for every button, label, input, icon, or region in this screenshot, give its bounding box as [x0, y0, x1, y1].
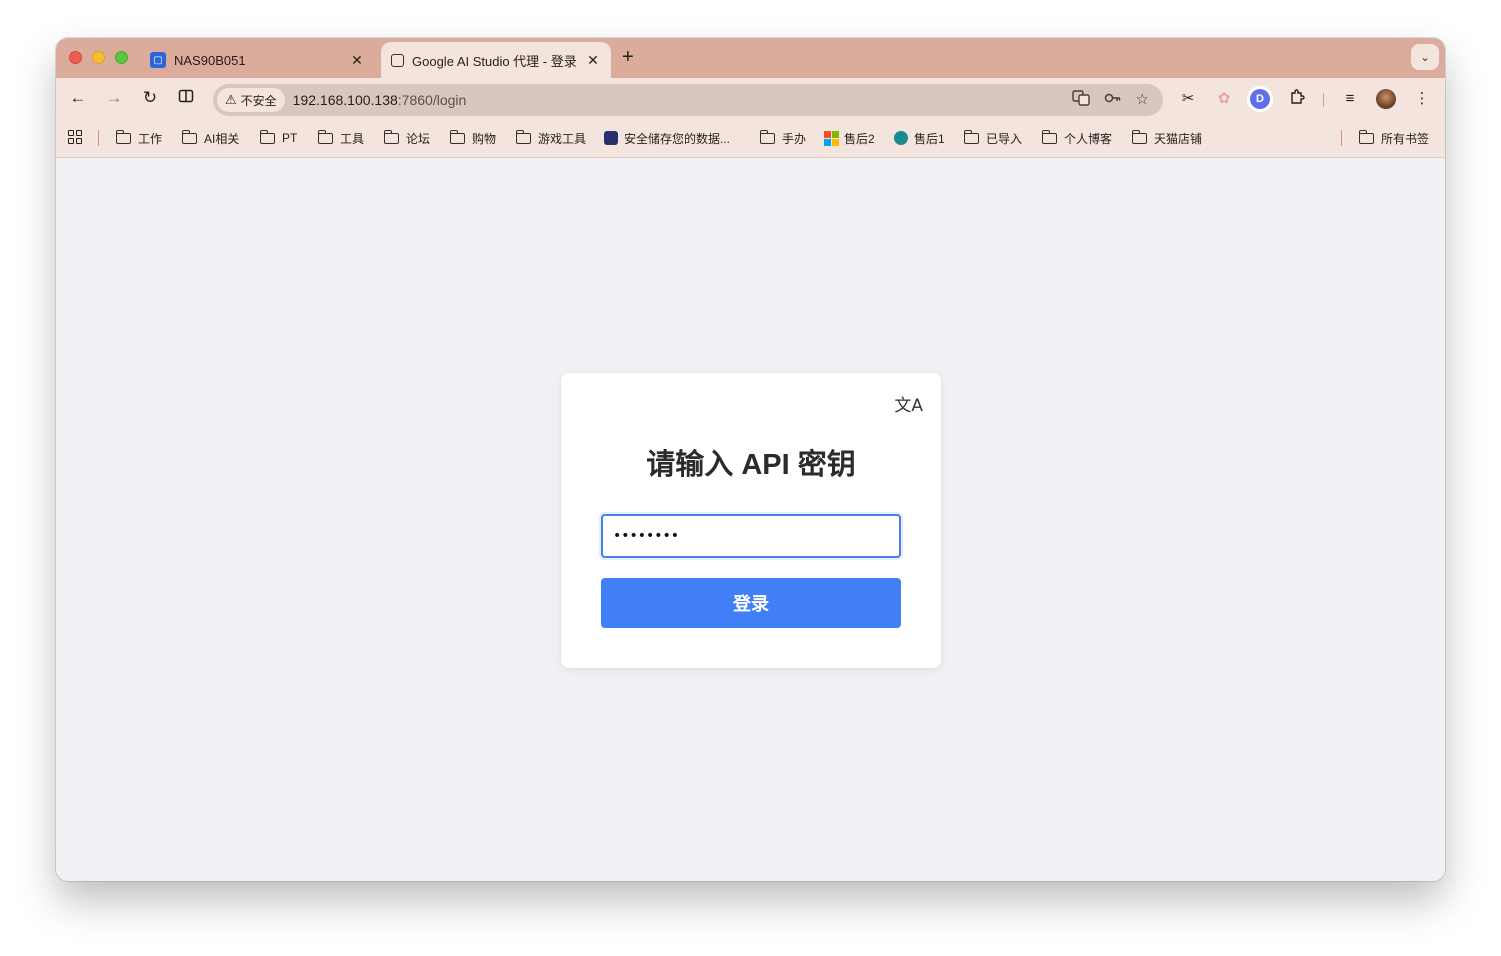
- api-key-input[interactable]: [601, 514, 901, 558]
- window-maximize-button[interactable]: [115, 51, 128, 64]
- address-bar[interactable]: ⚠ 不安全 192.168.100.138:7860/login ☆: [213, 84, 1163, 116]
- folder-icon: [1132, 129, 1147, 144]
- extensions-puzzle-icon[interactable]: [1287, 89, 1307, 109]
- bookmark-label: 已导入: [986, 131, 1023, 146]
- url-host: 192.168.100.138: [292, 92, 398, 108]
- bookmark-link[interactable]: 安全储存您的数据...: [604, 129, 730, 147]
- tab-nas[interactable]: ▢ NAS90B051 ✕: [140, 42, 375, 78]
- bookmark-folder[interactable]: 购物: [450, 129, 496, 147]
- forward-button[interactable]: →: [104, 88, 124, 108]
- d-extension-icon[interactable]: D: [1250, 89, 1270, 109]
- bookmark-separator: [98, 130, 99, 146]
- bookmark-label: 工具: [340, 131, 365, 146]
- bookmark-label: 个人博客: [1064, 131, 1113, 146]
- folder-icon: [516, 129, 531, 144]
- bookmarks-bar: 工作 AI相关 PT 工具 论坛 购物 游戏工具 安全储存您的数据... 手办 …: [56, 118, 1445, 158]
- folder-icon: [318, 129, 333, 144]
- warning-icon: ⚠: [225, 92, 237, 107]
- bookmark-label: 论坛: [406, 131, 431, 146]
- bookmark-folder[interactable]: 游戏工具: [516, 129, 586, 147]
- browser-window: ▢ NAS90B051 ✕ Google AI Studio 代理 - 登录 ✕…: [56, 38, 1445, 881]
- folder-icon: [760, 129, 775, 144]
- folder-icon: [964, 129, 979, 144]
- screenshot-extension-icon[interactable]: ✂: [1178, 89, 1198, 109]
- reload-button[interactable]: ↻: [140, 88, 160, 108]
- bookmark-label: 售后1: [914, 131, 945, 146]
- folder-icon: [1359, 129, 1374, 144]
- bookmark-label: 天猫店铺: [1154, 131, 1203, 146]
- bookmark-separator: [1341, 130, 1342, 146]
- security-indicator[interactable]: ⚠ 不安全: [217, 88, 285, 112]
- new-tab-button[interactable]: +: [622, 46, 634, 69]
- tab-close-icon[interactable]: ✕: [349, 52, 365, 69]
- all-bookmarks-folder[interactable]: 所有书签: [1359, 129, 1429, 147]
- shield-favicon-icon: [604, 131, 618, 145]
- bookmark-link[interactable]: 售后1: [894, 129, 945, 147]
- bookmark-folder[interactable]: 工具: [318, 129, 364, 147]
- tab-title: Google AI Studio 代理 - 登录: [412, 53, 577, 69]
- ai-studio-favicon-icon: [391, 53, 404, 67]
- folder-icon: [116, 129, 131, 144]
- tab-search-button[interactable]: ⌄: [1411, 44, 1439, 70]
- more-menu-icon[interactable]: ⋮: [1412, 89, 1432, 109]
- bookmark-folder[interactable]: 个人博客: [1042, 129, 1112, 147]
- page-title: 请输入 API 密钥: [646, 449, 856, 481]
- bookmark-label: 售后2: [844, 131, 875, 146]
- login-card: 文A 请输入 API 密钥 登录: [561, 373, 941, 668]
- login-button[interactable]: 登录: [601, 578, 901, 628]
- folder-icon: [260, 129, 275, 144]
- bookmark-folder[interactable]: 天猫店铺: [1132, 129, 1202, 147]
- folder-icon: [1042, 129, 1057, 144]
- bookmark-label: PT: [282, 131, 298, 145]
- bookmark-folder[interactable]: 论坛: [384, 129, 430, 147]
- split-view-icon[interactable]: [176, 88, 196, 108]
- pink-extension-icon[interactable]: ✿: [1214, 89, 1234, 109]
- back-button[interactable]: ←: [68, 88, 88, 108]
- translate-page-icon[interactable]: [1071, 90, 1090, 110]
- url-path: :7860/login: [397, 92, 467, 108]
- folder-icon: [450, 129, 465, 144]
- profile-avatar[interactable]: [1376, 89, 1396, 109]
- bookmark-label: 安全储存您的数据...: [624, 131, 731, 146]
- page-content: 文A 请输入 API 密钥 登录: [56, 159, 1445, 881]
- nas-favicon-icon: ▢: [150, 52, 166, 68]
- security-label: 不安全: [240, 93, 277, 108]
- language-switch-icon[interactable]: 文A: [894, 391, 923, 416]
- folder-icon: [182, 129, 197, 144]
- bookmark-label: 所有书签: [1381, 131, 1430, 146]
- tab-ai-studio[interactable]: Google AI Studio 代理 - 登录 ✕: [381, 42, 611, 78]
- tab-close-icon[interactable]: ✕: [585, 52, 601, 69]
- bookmark-label: 购物: [472, 131, 497, 146]
- window-minimize-button[interactable]: [92, 51, 105, 64]
- toolbar-separator: [1323, 93, 1324, 107]
- bookmark-label: 工作: [138, 131, 163, 146]
- sharepoint-favicon-icon: [894, 131, 908, 145]
- bookmark-star-icon[interactable]: ☆: [1136, 90, 1149, 110]
- apps-grid-icon[interactable]: [68, 130, 82, 144]
- bookmark-label: AI相关: [204, 131, 240, 146]
- bookmark-label: 游戏工具: [538, 131, 587, 146]
- window-close-button[interactable]: [69, 51, 82, 64]
- password-key-icon[interactable]: [1104, 90, 1122, 110]
- microsoft-favicon-icon: [824, 131, 839, 146]
- tab-strip: ▢ NAS90B051 ✕ Google AI Studio 代理 - 登录 ✕…: [56, 38, 1445, 78]
- bookmark-folder[interactable]: AI相关: [182, 129, 239, 147]
- reading-list-icon[interactable]: ≡: [1340, 89, 1360, 109]
- folder-icon: [384, 129, 399, 144]
- bookmark-label: 手办: [782, 131, 807, 146]
- bookmark-folder[interactable]: 手办: [760, 129, 806, 147]
- bookmark-folder[interactable]: 已导入: [964, 129, 1022, 147]
- bookmark-link[interactable]: 售后2: [824, 129, 875, 147]
- bookmark-folder[interactable]: 工作: [116, 129, 162, 147]
- bookmark-folder[interactable]: PT: [260, 129, 297, 147]
- toolbar: ← → ↻ ⚠ 不安全 192.168.100.138:7860/login ☆…: [56, 78, 1445, 118]
- url-text[interactable]: 192.168.100.138:7860/login: [293, 92, 467, 108]
- tab-title: NAS90B051: [174, 52, 246, 68]
